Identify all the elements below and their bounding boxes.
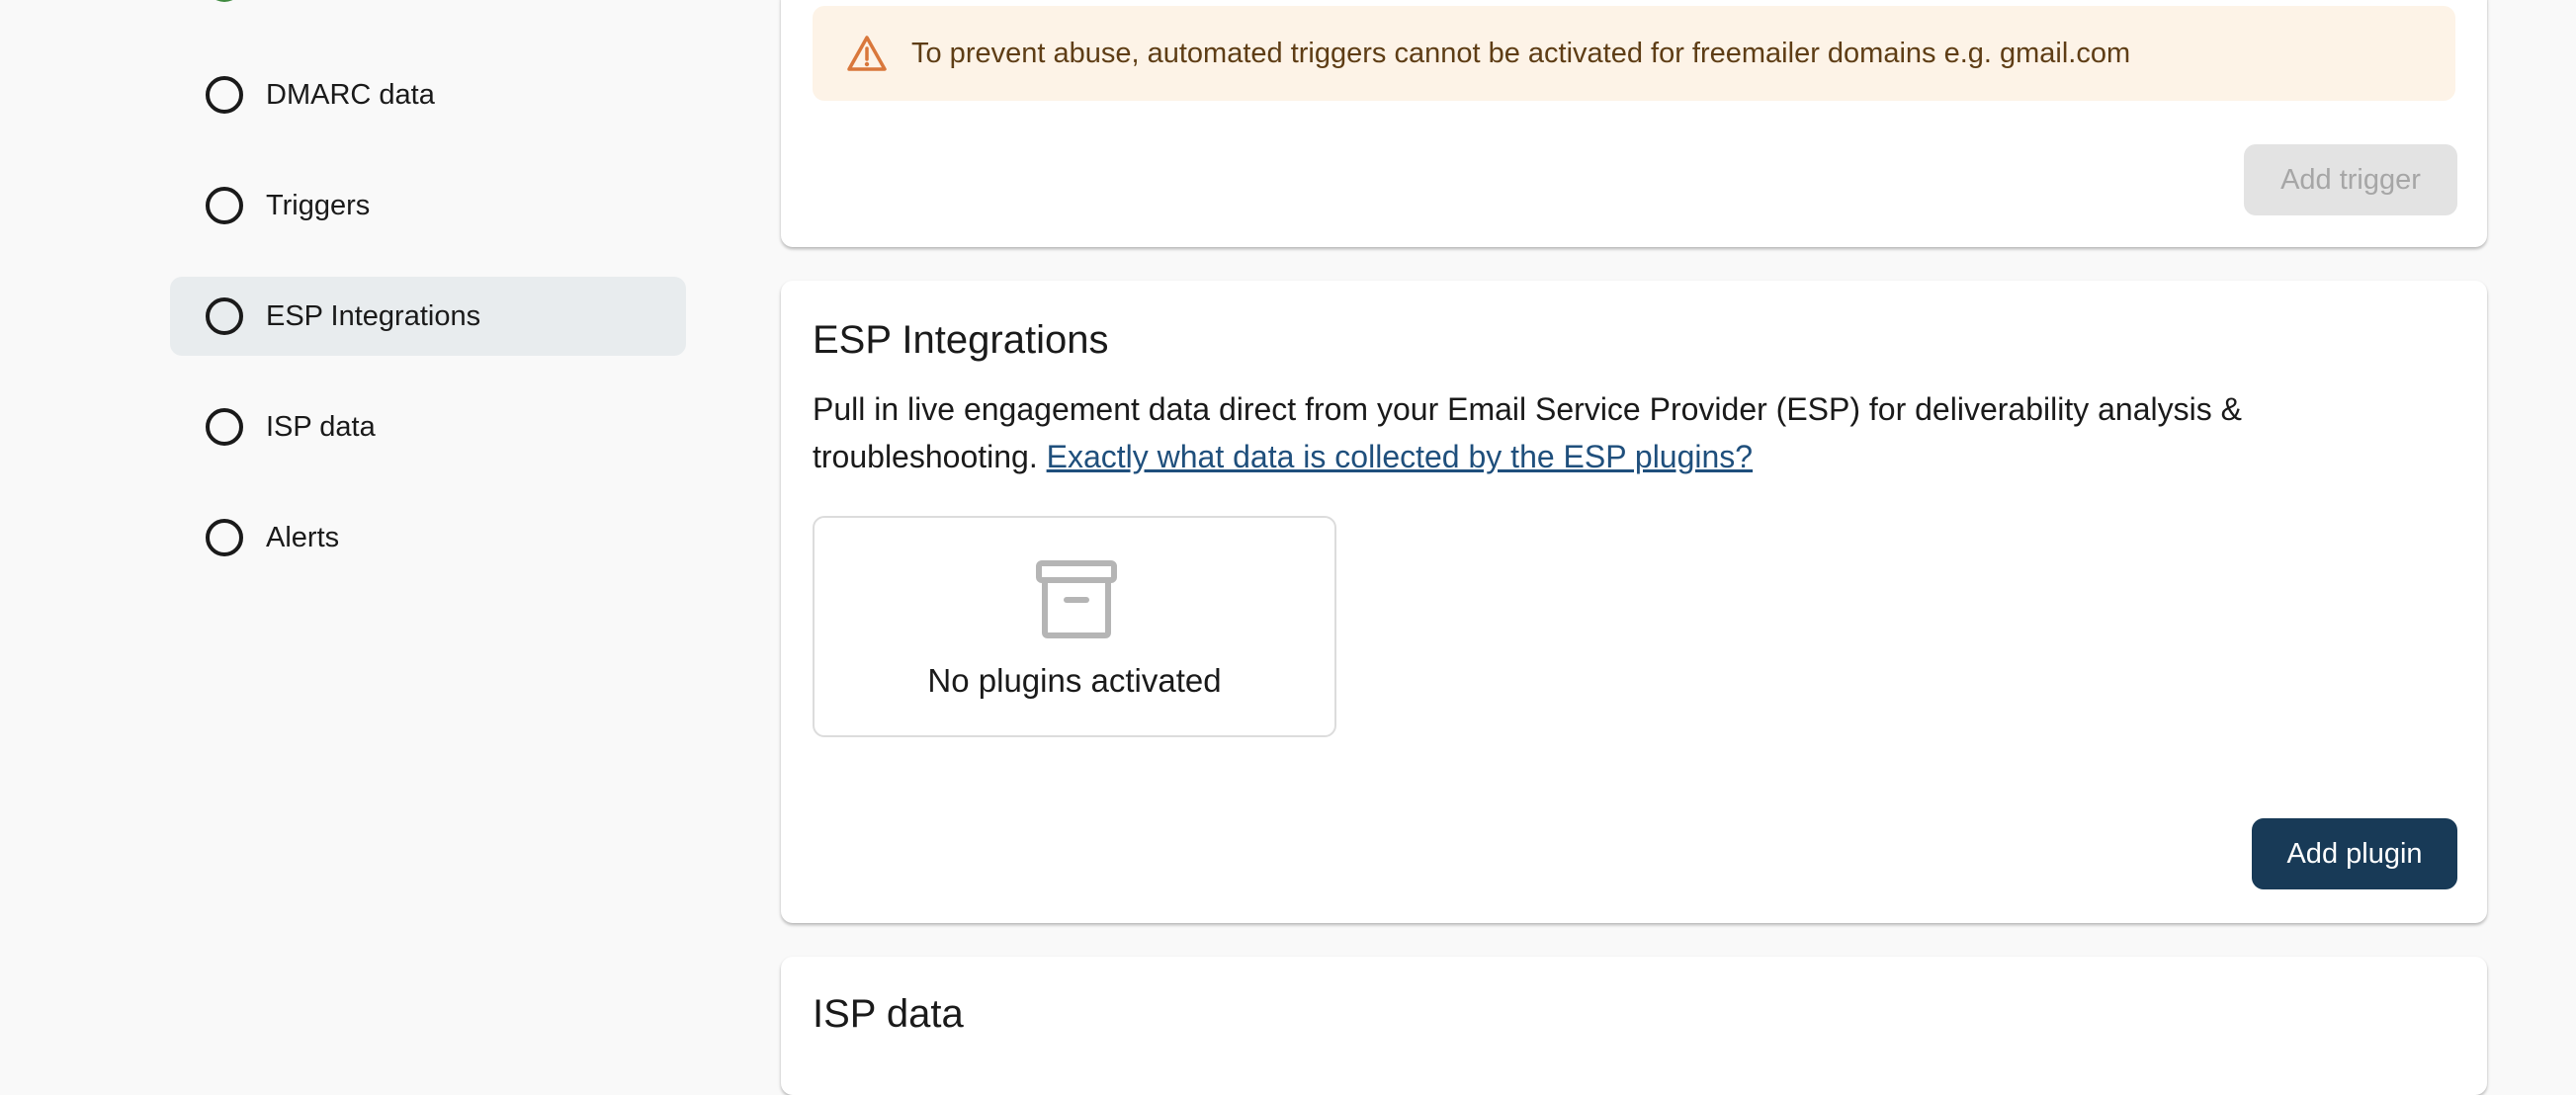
empty-state-text: No plugins activated: [927, 662, 1222, 699]
section-title: ISP data: [813, 992, 964, 1036]
sidebar-item-label: ESP Integrations: [266, 300, 481, 332]
section-description: Pull in live engagement data direct from…: [813, 385, 2434, 480]
add-plugin-button[interactable]: Add plugin: [2252, 818, 2457, 889]
sidebar-item-esp-integrations[interactable]: ESP Integrations: [170, 277, 686, 356]
sidebar: DMARC data Triggers ESP Integrations ISP…: [0, 0, 751, 1063]
notice-text: To prevent abuse, automated triggers can…: [911, 38, 2131, 69]
circle-outline-icon: [206, 297, 243, 335]
archive-box-icon: [1036, 560, 1117, 638]
circle-outline-icon: [206, 76, 243, 114]
circle-outline-icon: [206, 408, 243, 446]
empty-plugins-state: No plugins activated: [813, 516, 1336, 737]
sidebar-item-isp-data[interactable]: ISP data: [170, 387, 686, 466]
isp-data-card: ISP data: [781, 957, 2487, 1095]
sidebar-item-label: Triggers: [266, 190, 371, 221]
circle-outline-icon: [206, 519, 243, 556]
warning-triangle-icon: [847, 36, 887, 71]
esp-plugins-data-link[interactable]: Exactly what data is collected by the ES…: [1047, 439, 1753, 474]
sidebar-item-triggers[interactable]: Triggers: [170, 166, 686, 245]
sidebar-item-label: ISP data: [266, 411, 376, 443]
sidebar-item-dmarc-data[interactable]: DMARC data: [170, 55, 686, 134]
completed-step-icon: [206, 0, 243, 2]
freemailer-warning-notice: To prevent abuse, automated triggers can…: [813, 6, 2455, 101]
triggers-card: To prevent abuse, automated triggers can…: [781, 0, 2487, 247]
sidebar-item-label: DMARC data: [266, 79, 435, 111]
add-trigger-button[interactable]: Add trigger: [2244, 144, 2457, 215]
sidebar-item-label: Alerts: [266, 522, 340, 553]
circle-outline-icon: [206, 187, 243, 224]
section-title: ESP Integrations: [813, 318, 1109, 362]
sidebar-item-alerts[interactable]: Alerts: [170, 498, 686, 577]
esp-integrations-card: ESP Integrations Pull in live engagement…: [781, 281, 2487, 923]
